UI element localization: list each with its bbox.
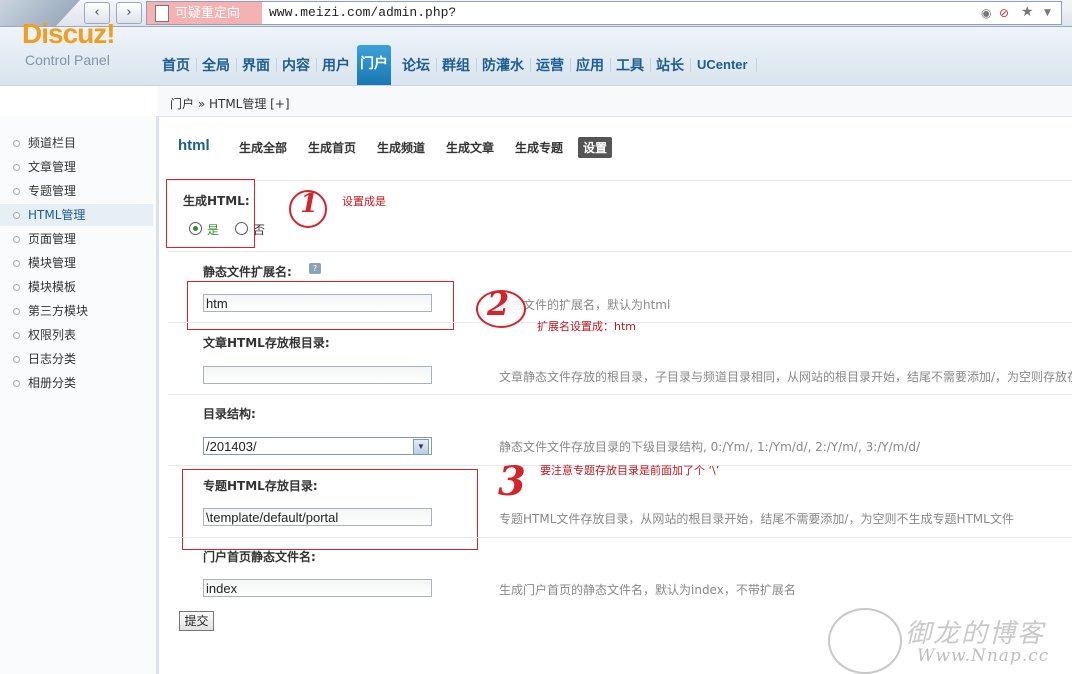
annotation-box-1 — [166, 179, 255, 248]
article-dir-input[interactable] — [203, 366, 432, 384]
star-icon[interactable]: ★ — [1021, 4, 1034, 20]
index-name-input[interactable]: index — [203, 579, 432, 597]
security-icon[interactable]: ◉ — [981, 6, 991, 20]
nav-portal[interactable]: 门户 — [357, 45, 391, 85]
nav-groups[interactable]: 群组 — [442, 55, 470, 75]
annotation-number-3: 3 — [498, 458, 526, 505]
annotation-text-3: 要注意专题存放目录是前面加了个 ‘\’ — [540, 464, 720, 477]
dir-struct-tip: 静态文件文件存放目录的下级目录结构, 0:/Ym/, 1:/Ym/d/, 2:/… — [499, 440, 921, 454]
discuz-logo[interactable]: Discuz! — [22, 18, 116, 50]
nav-webmaster[interactable]: 站长 — [656, 55, 684, 75]
divider — [168, 251, 1072, 252]
watermark-url: Www.Nnap.cc — [917, 646, 1050, 666]
bullet-icon — [13, 188, 20, 195]
tab-settings[interactable]: 设置 — [578, 137, 613, 158]
logo-subtitle: Control Panel — [25, 52, 110, 68]
blocked-icon[interactable]: ⊘ — [999, 6, 1009, 20]
nav-apps[interactable]: 应用 — [576, 55, 604, 75]
index-name-tip: 生成门户首页的静态文件名，默认为index，不带扩展名 — [499, 583, 796, 597]
breadcrumb[interactable]: 门户 » HTML管理 [+] — [170, 95, 290, 112]
dir-struct-select[interactable]: /201403/ ▼ — [203, 437, 432, 455]
bullet-icon — [13, 380, 20, 387]
sidebar-item-log-categories[interactable]: 日志分类 — [0, 348, 153, 370]
sidebar-item-third-party[interactable]: 第三方模块 — [0, 300, 153, 322]
subnav-title: html — [178, 137, 210, 154]
bullet-icon — [13, 164, 20, 171]
article-dir-label: 文章HTML存放根目录: — [203, 336, 330, 350]
tab-generate-all[interactable]: 生成全部 — [239, 139, 287, 156]
watermark-text: 御龙的博客 — [905, 619, 1046, 649]
ext-label: 静态文件扩展名: — [203, 265, 292, 279]
nav-antispam[interactable]: 防灌水 — [482, 55, 524, 75]
bullet-icon — [13, 236, 20, 243]
bullet-icon — [13, 212, 20, 219]
bullet-icon — [13, 332, 20, 339]
article-dir-tip: 文章静态文件存放的根目录，子目录与频道目录相同，从网站的根目录开始，结尾不需要添… — [499, 370, 1072, 384]
nav-forum[interactable]: 论坛 — [402, 55, 430, 75]
sidebar: 频道栏目 文章管理 专题管理 HTML管理 页面管理 模块管理 模块模板 第三方… — [0, 116, 159, 674]
watermark-seal-icon — [828, 608, 902, 674]
divider — [168, 537, 1072, 538]
nav-users[interactable]: 用户 — [322, 55, 350, 75]
tab-generate-articles[interactable]: 生成文章 — [446, 139, 494, 156]
sidebar-item-articles[interactable]: 文章管理 — [0, 156, 153, 178]
forward-button[interactable]: › — [116, 2, 142, 24]
page-icon — [155, 5, 169, 22]
nav-home[interactable]: 首页 — [162, 55, 190, 75]
bullet-icon — [13, 284, 20, 291]
sidebar-item-album-categories[interactable]: 相册分类 — [0, 372, 153, 394]
bullet-icon — [13, 140, 20, 147]
sidebar-item-html[interactable]: HTML管理 — [0, 204, 153, 226]
divider — [168, 180, 1072, 181]
nav-interface[interactable]: 界面 — [242, 55, 270, 75]
bullet-icon — [13, 356, 20, 363]
sidebar-item-topics[interactable]: 专题管理 — [0, 180, 153, 202]
help-icon[interactable]: ? — [309, 263, 321, 274]
dir-struct-label: 目录结构: — [203, 407, 256, 421]
bullet-icon — [13, 260, 20, 267]
address-bar[interactable]: 可疑重定向 www.meizi.com/admin.php? ◉ ⊘ ★ ▼ — [146, 1, 1062, 25]
dropdown-icon[interactable]: ▼ — [1044, 8, 1051, 18]
dir-struct-value: /201403/ — [206, 439, 257, 454]
nav-global[interactable]: 全局 — [202, 55, 230, 75]
tab-generate-topics[interactable]: 生成专题 — [515, 139, 563, 156]
annotation-number-1: 1 — [300, 189, 319, 219]
annotation-number-2: 2 — [487, 285, 510, 323]
sidebar-item-permissions[interactable]: 权限列表 — [0, 324, 153, 346]
breadcrumb-bar: 门户 » HTML管理 [+] — [157, 86, 1072, 117]
nav-content[interactable]: 内容 — [282, 55, 310, 75]
suspicious-redirect-badge[interactable]: 可疑重定向 — [147, 2, 262, 24]
forward-icon: › — [126, 5, 132, 20]
divider — [168, 394, 1072, 395]
url-text[interactable]: www.meizi.com/admin.php? — [269, 2, 456, 24]
chevron-down-icon[interactable]: ▼ — [413, 439, 429, 454]
annotation-text-2: 扩展名设置成：htm — [537, 320, 636, 333]
browser-toolbar: ‹ › 可疑重定向 www.meizi.com/admin.php? ◉ ⊘ ★… — [0, 0, 1072, 27]
redirect-label: 可疑重定向 — [175, 5, 241, 20]
tab-generate-channels[interactable]: 生成频道 — [377, 139, 425, 156]
nav-operations[interactable]: 运营 — [536, 55, 564, 75]
bullet-icon — [13, 308, 20, 315]
tab-generate-home[interactable]: 生成首页 — [308, 139, 356, 156]
nav-ucenter[interactable]: UCenter — [697, 57, 748, 72]
submit-button[interactable]: 提交 — [179, 611, 214, 631]
annotation-text-1: 设置成是 — [342, 195, 386, 208]
topic-dir-tip: 专题HTML文件存放目录，从网站的根目录开始，结尾不需要添加/，为空则不生成专题… — [499, 512, 1014, 526]
index-name-label: 门户首页静态文件名: — [203, 550, 316, 564]
sidebar-item-pages[interactable]: 页面管理 — [0, 228, 153, 250]
sidebar-item-block-templates[interactable]: 模块模板 — [0, 276, 153, 298]
sidebar-item-blocks[interactable]: 模块管理 — [0, 252, 153, 274]
nav-tools[interactable]: 工具 — [616, 55, 644, 75]
sidebar-item-channels[interactable]: 频道栏目 — [0, 132, 153, 154]
